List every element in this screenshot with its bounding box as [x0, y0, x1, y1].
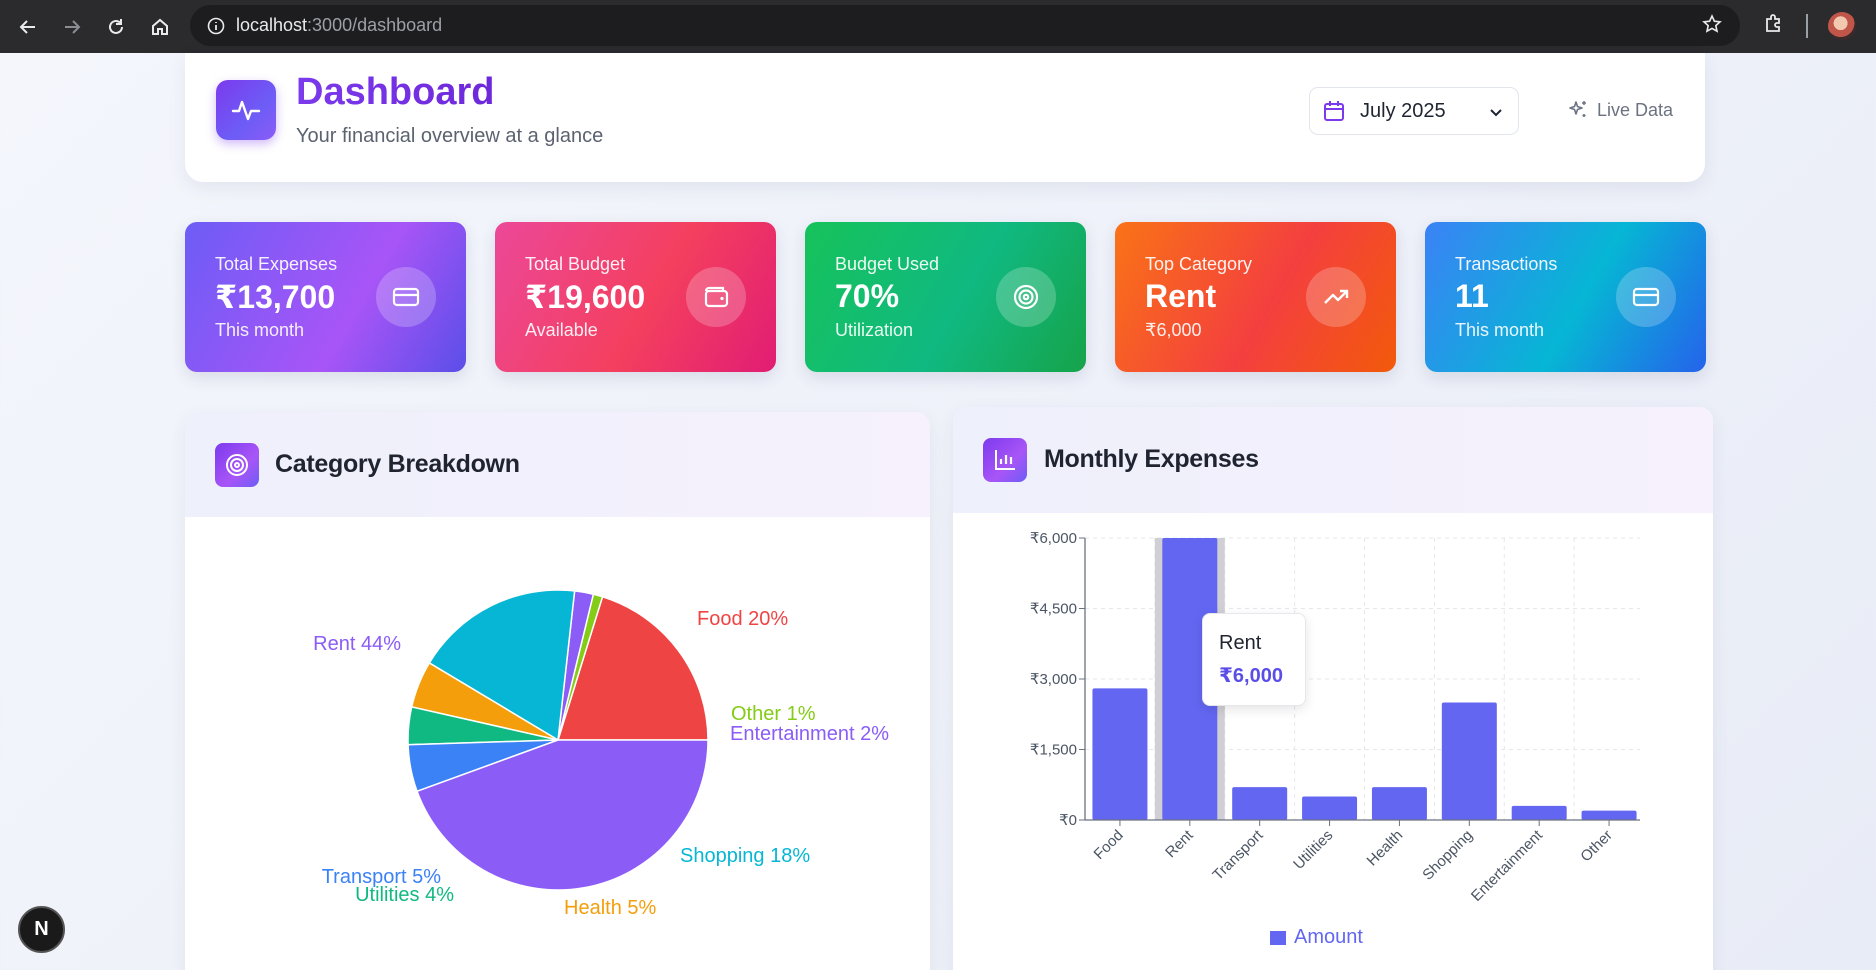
pie-slice-label: Transport 5% — [322, 866, 442, 888]
x-tick-label: Shopping — [1419, 827, 1476, 884]
y-tick-label: ₹6,000 — [1030, 530, 1077, 547]
pie-slice-label: Entertainment 2% — [730, 723, 889, 745]
reload-icon — [109, 18, 123, 34]
stat-subtext: ₹6,000 — [1145, 320, 1202, 340]
arrow-right-icon — [65, 19, 81, 34]
page-subtitle: Your financial overview at a glance — [296, 125, 604, 147]
info-icon[interactable] — [196, 17, 236, 35]
bar[interactable] — [1371, 787, 1427, 820]
bar[interactable] — [1302, 796, 1358, 821]
legend-label: Amount — [1294, 926, 1363, 948]
x-tick-label: Health — [1364, 827, 1407, 870]
live-data-indicator: Live Data — [1567, 99, 1673, 121]
trending-up-icon — [1306, 267, 1366, 327]
y-tick-label: ₹3,000 — [1030, 671, 1077, 688]
tooltip-label: Rent — [1219, 632, 1262, 654]
live-data-label: Live Data — [1597, 99, 1674, 120]
chart-legend[interactable]: Amount — [1270, 926, 1363, 949]
x-tick-label: Entertainment — [1468, 826, 1547, 905]
stat-value: 70% — [835, 278, 900, 314]
toolbar-divider — [1806, 14, 1808, 38]
nextjs-dev-badge[interactable]: N — [18, 906, 65, 953]
pie-slice-label: Shopping 18% — [680, 845, 810, 867]
monthly-expenses-bar-chart: ₹0 ₹1,500 ₹3,000 ₹4,500 ₹6,000 Food Rent Transp… — [1030, 530, 1640, 905]
stat-card-top-category: Top Category Rent ₹6,000 — [1115, 222, 1396, 372]
panel-title: Monthly Expenses — [1044, 445, 1259, 473]
y-tick-label: ₹1,500 — [1030, 742, 1077, 759]
category-pie-chart: Food 20% Other 1%Entertainment 2% Shopping… — [313, 589, 889, 919]
y-tick-label: ₹0 — [1059, 812, 1077, 829]
credit-card-icon — [1616, 267, 1676, 327]
arrow-left-icon — [19, 19, 35, 34]
panel-title: Category Breakdown — [275, 450, 520, 478]
forward-button[interactable] — [50, 5, 94, 49]
stat-value: Rent — [1145, 278, 1217, 314]
month-select-value: July 2025 — [1360, 99, 1446, 122]
reload-button[interactable] — [94, 5, 138, 49]
stat-label: Total Budget — [525, 254, 626, 274]
y-tick-label: ₹4,500 — [1030, 601, 1077, 618]
stat-value: ₹19,600 — [525, 279, 646, 315]
stat-value: 11 — [1455, 278, 1489, 314]
stat-card-total-budget: Total Budget ₹19,600 Available — [495, 222, 776, 372]
pie-slice-label: Health 5% — [564, 897, 656, 919]
stat-subtext: Utilization — [835, 320, 914, 340]
stat-label: Transactions — [1455, 254, 1558, 274]
stat-subtext: This month — [215, 320, 305, 340]
pie-slice-label: Other 1% — [731, 703, 816, 725]
chart-tooltip: Rent ₹6,000 — [1202, 613, 1306, 706]
pie-slice-label: Rent 44% — [313, 633, 401, 655]
stat-card-transactions: Transactions 11 This month — [1425, 222, 1706, 372]
activity-icon — [231, 100, 261, 121]
profile-avatar[interactable] — [1828, 12, 1856, 40]
bar-chart-icon — [983, 438, 1027, 482]
month-select[interactable]: July 2025 — [1309, 87, 1519, 135]
bookmark-star-icon[interactable] — [1702, 14, 1722, 39]
page-title: Dashboard — [296, 71, 495, 113]
stat-subtext: This month — [1455, 320, 1545, 340]
chevron-down-icon — [1486, 102, 1506, 127]
stat-label: Budget Used — [835, 254, 940, 274]
x-tick-label: Rent — [1162, 826, 1197, 861]
bar[interactable] — [1441, 702, 1497, 821]
pie-slice-label: Food 20% — [697, 608, 788, 630]
back-button[interactable] — [6, 5, 50, 49]
stat-label: Total Expenses — [215, 254, 338, 274]
wallet-icon — [686, 267, 746, 327]
x-tick-label: Utilities — [1290, 827, 1336, 873]
target-icon — [215, 443, 259, 487]
address-bar[interactable]: localhost:3000/dashboard — [190, 5, 1740, 46]
browser-toolbar: localhost:3000/dashboard — [0, 0, 1876, 53]
bar[interactable] — [1232, 787, 1288, 820]
x-tick-label: Food — [1091, 827, 1127, 863]
bar[interactable] — [1092, 688, 1148, 820]
credit-card-icon — [376, 267, 436, 327]
dashboard-logo — [216, 80, 276, 140]
home-button[interactable] — [138, 5, 182, 49]
x-tick-label: Other — [1577, 827, 1616, 866]
category-breakdown-panel: Category Breakdown Food 20% Other 1% Enter… — [185, 412, 930, 970]
stat-value: ₹13,700 — [215, 279, 336, 315]
sparkles-icon — [1569, 101, 1586, 117]
home-icon — [152, 18, 168, 35]
calendar-icon — [1322, 99, 1346, 123]
extensions-icon[interactable] — [1762, 12, 1786, 41]
url-text: localhost:3000/dashboard — [236, 15, 443, 35]
stat-card-budget-used: Budget Used 70% Utilization — [805, 222, 1086, 372]
bar[interactable] — [1511, 805, 1567, 820]
legend-swatch — [1270, 930, 1286, 945]
stat-subtext: Available — [525, 320, 598, 340]
x-tick-label: Transport — [1209, 826, 1267, 884]
stat-card-total-expenses: Total Expenses ₹13,700 This month — [185, 222, 466, 372]
target-icon — [996, 267, 1056, 327]
stat-label: Top Category — [1145, 254, 1253, 274]
dashboard-header: Dashboard Your financial overview at a g… — [185, 53, 1705, 182]
bar[interactable] — [1581, 810, 1637, 820]
tooltip-value: ₹6,000 — [1219, 665, 1283, 687]
